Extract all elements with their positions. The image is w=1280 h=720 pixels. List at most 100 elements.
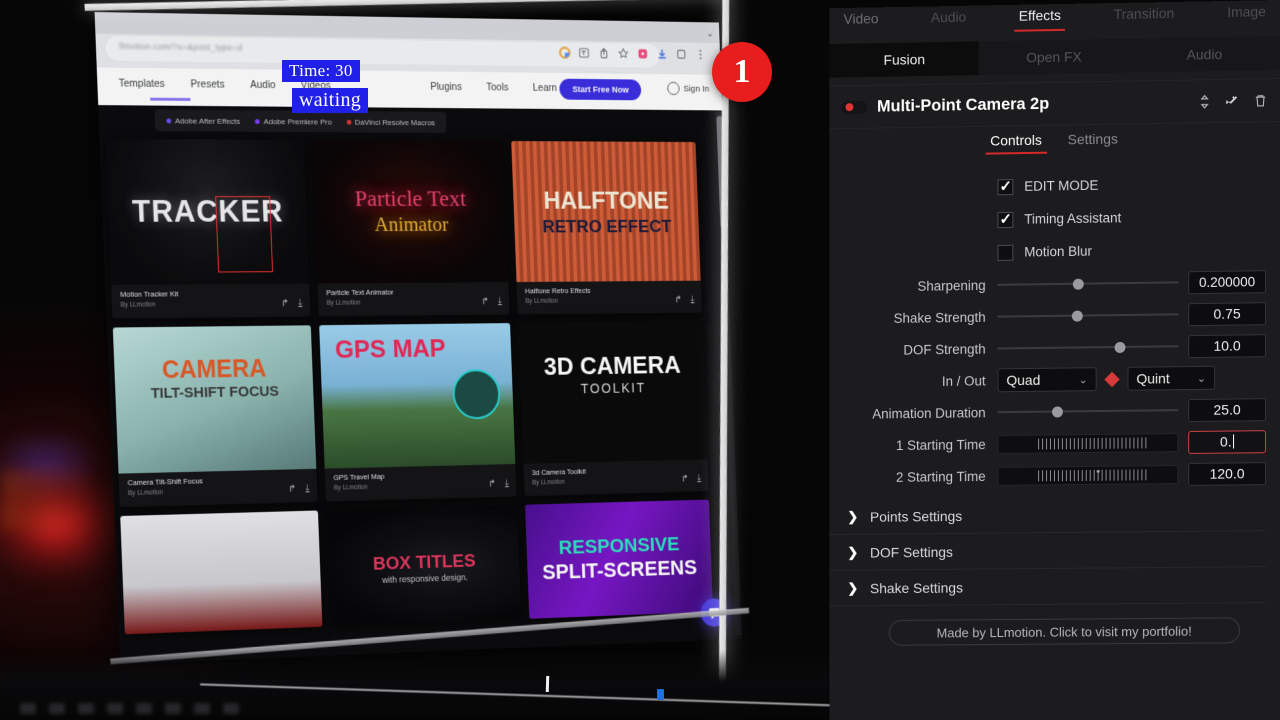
effect-enable-toggle[interactable] (841, 100, 868, 114)
chevron-right-icon: ❯ (847, 579, 859, 595)
translate-icon (578, 47, 590, 59)
browser-window: llmotion.com/?s=&post_type=d ⌄ Templates… (94, 12, 742, 665)
tab-effects[interactable]: Effects (1019, 7, 1061, 28)
card-art-subtitle: TOOLKIT (580, 379, 647, 396)
in-easing-dropdown[interactable]: Quad ⌄ (997, 367, 1097, 393)
card-author: By LLmotion (127, 489, 163, 498)
card-art-subtitle: with responsive design. (381, 572, 469, 585)
shake-strength-value[interactable]: 0.75 (1188, 301, 1267, 326)
timeline-playhead[interactable] (545, 675, 549, 693)
chrome-extension-icons[interactable] (559, 46, 707, 60)
start-free-now-button[interactable]: Start Free Now (559, 78, 642, 101)
template-card[interactable]: BOX TITLES with responsive design. (326, 504, 522, 627)
keyframe-diamond-icon[interactable] (1104, 371, 1120, 387)
portfolio-link-button[interactable]: Made by LLmotion. Click to visit my port… (888, 617, 1241, 646)
starting-time-1-value[interactable]: 0. (1188, 429, 1267, 454)
text-cursor (1232, 434, 1235, 449)
sign-in-button[interactable]: Sign In (667, 81, 709, 96)
step-number-badge: 1 (712, 42, 772, 102)
sharpening-slider[interactable] (997, 266, 1179, 300)
timing-assistant-checkbox[interactable] (997, 211, 1014, 228)
magic-wand-icon[interactable] (1225, 93, 1240, 108)
subtab-fusion[interactable]: Fusion (829, 41, 980, 78)
template-card[interactable]: HALFTONE RETRO EFFECT Halftone Retro Eff… (511, 141, 702, 315)
nav-item-presets[interactable]: Presets (190, 78, 224, 90)
starting-time-1-track[interactable] (997, 432, 1179, 454)
card-meta: GPS Travel Map By LLmotion ↱ ⤓ (325, 464, 517, 502)
section-shake-settings[interactable]: ❯ Shake Settings (829, 567, 1267, 607)
section-points-settings[interactable]: ❯ Points Settings (829, 495, 1267, 536)
card-author: By LLmotion (326, 299, 361, 307)
dof-strength-value[interactable]: 10.0 (1188, 333, 1267, 358)
card-meta: 3d Camera Toolkit By LLmotion ↱ ⤓ (523, 459, 708, 496)
google-icon (559, 46, 571, 58)
tab-video[interactable]: Video (844, 10, 879, 30)
tab-audio[interactable]: Audio (931, 9, 966, 30)
slider-knob[interactable] (1071, 310, 1083, 322)
effect-header-actions[interactable] (1197, 93, 1268, 109)
template-card[interactable]: TRACKER Motion Tracker Kit By LLmotion ↱… (105, 138, 311, 319)
subtab-audio[interactable]: Audio (1129, 36, 1280, 73)
card-author: By LLmotion (532, 478, 565, 487)
subtab-open-fx[interactable]: Open FX (979, 39, 1129, 75)
browser-chrome: llmotion.com/?s=&post_type=d ⌄ (94, 12, 721, 75)
template-card[interactable] (120, 510, 323, 635)
category-tab-premiere-pro[interactable]: Adobe Premiere Pro (255, 117, 332, 126)
nav-item-audio[interactable]: Audio (250, 79, 276, 91)
starting-time-1-row: 1 Starting Time 0. (830, 425, 1267, 462)
template-card[interactable]: 3D CAMERA TOOLKIT 3d Camera Toolkit By L… (518, 320, 709, 497)
template-card[interactable]: CAMERA TILT-SHIFT FOCUS Camera Tilt-Shif… (112, 325, 318, 508)
card-thumbnail: 3D CAMERA TOOLKIT (518, 320, 708, 464)
template-card[interactable]: RESPONSIVE SPLIT-SCREENS (525, 499, 714, 619)
slider-knob[interactable] (1051, 405, 1063, 418)
dof-strength-slider[interactable] (997, 330, 1179, 364)
timeline-marker[interactable] (657, 689, 664, 700)
category-tab-label: Adobe After Effects (174, 116, 241, 126)
template-card[interactable]: GPS MAP GPS Travel Map By LLmotion ↱ ⤓ (319, 323, 517, 502)
edit-mode-checkbox[interactable] (997, 178, 1014, 195)
card-art-subtitle: SPLIT-SCREENS (542, 555, 698, 585)
nav-item-plugins[interactable]: Plugins (430, 81, 462, 93)
nav-item-templates[interactable]: Templates (118, 78, 165, 90)
card-actions[interactable]: ↱ ⤓ (674, 295, 694, 305)
card-actions[interactable]: ↱ ⤓ (288, 484, 310, 495)
reorder-icon[interactable] (1197, 94, 1212, 109)
nav-item-learn[interactable]: Learn (533, 82, 557, 94)
card-actions[interactable]: ↱ ⤓ (281, 298, 303, 309)
template-card[interactable]: Particle Text Animator Particle Text Ani… (312, 139, 510, 317)
section-dof-settings[interactable]: ❯ DOF Settings (829, 531, 1267, 571)
edit-mode-label: EDIT MODE (1024, 177, 1099, 194)
animation-duration-slider[interactable] (997, 394, 1179, 428)
tab-image[interactable]: Image (1227, 3, 1266, 24)
starting-time-2-label: 2 Starting Time (895, 468, 986, 485)
nav-item-tools[interactable]: Tools (486, 82, 509, 94)
card-art-title: GPS MAP (334, 333, 447, 364)
category-tab-bar[interactable]: Adobe After Effects Adobe Premiere Pro D… (154, 109, 447, 133)
category-tab-davinci-resolve[interactable]: DaVinci Resolve Macros (346, 117, 435, 127)
time-badge: Time: 30 (282, 60, 360, 82)
slider-knob[interactable] (1073, 278, 1085, 290)
chevron-down-icon: ⌄ (1078, 373, 1088, 386)
sharpening-value[interactable]: 0.200000 (1188, 269, 1267, 294)
effects-sub-tabs[interactable]: Fusion Open FX Audio (829, 36, 1280, 78)
animation-duration-value[interactable]: 25.0 (1188, 397, 1267, 422)
starting-time-2-track[interactable] (997, 464, 1179, 486)
bookmark-star-icon (617, 47, 629, 59)
starting-time-2-value[interactable]: 120.0 (1188, 461, 1267, 486)
shake-strength-slider[interactable] (997, 298, 1179, 332)
tabstrip-chevron-down-icon[interactable]: ⌄ (706, 27, 714, 39)
slider-knob[interactable] (1114, 341, 1126, 353)
tab-settings[interactable]: Settings (1068, 131, 1118, 154)
share-icon: ↱ (288, 483, 297, 495)
trash-icon[interactable] (1253, 93, 1268, 108)
motion-blur-checkbox[interactable] (997, 244, 1014, 261)
animation-duration-label: Animation Duration (872, 404, 986, 422)
out-easing-dropdown[interactable]: Quint ⌄ (1127, 365, 1216, 391)
card-actions[interactable]: ↱ ⤓ (488, 478, 509, 489)
card-actions[interactable]: ↱ ⤓ (481, 296, 502, 307)
card-actions[interactable]: ↱ ⤓ (681, 474, 701, 485)
share-icon: ↱ (681, 473, 689, 485)
tab-controls[interactable]: Controls (990, 132, 1042, 155)
category-tab-after-effects[interactable]: Adobe After Effects (166, 116, 240, 125)
tab-transition[interactable]: Transition (1114, 5, 1175, 26)
